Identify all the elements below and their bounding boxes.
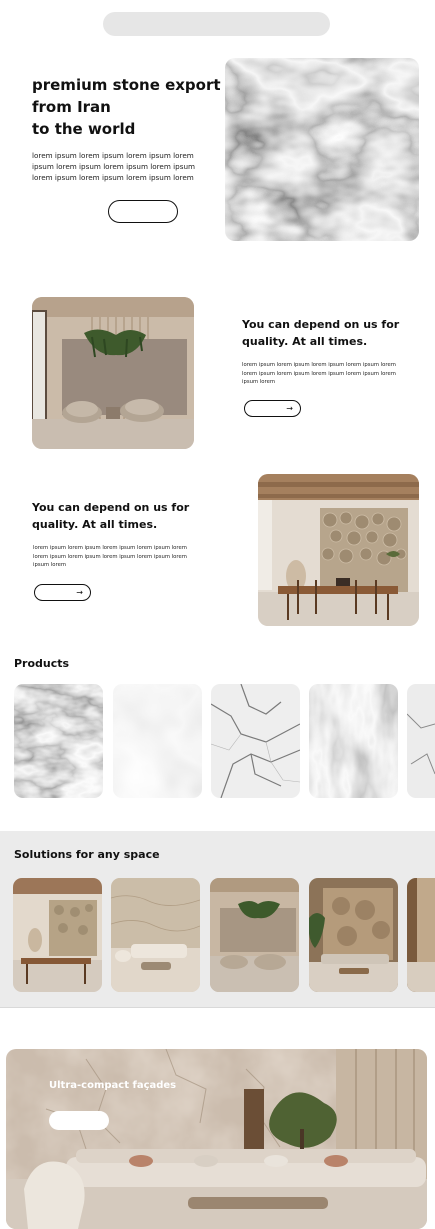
products-title: Products bbox=[14, 657, 70, 670]
banner-cta-button[interactable] bbox=[49, 1111, 109, 1130]
product-card[interactable] bbox=[211, 684, 300, 798]
product-card[interactable] bbox=[407, 684, 435, 798]
feature-title-line: quality. At all times. bbox=[242, 335, 368, 348]
feature-title-line: You can depend on us for bbox=[242, 318, 400, 331]
hero-title: premium stone export from Iran to the wo… bbox=[32, 74, 222, 140]
feature-title: You can depend on us for quality. At all… bbox=[32, 499, 189, 533]
solution-card[interactable] bbox=[210, 878, 299, 992]
feature-stone-lounge-image bbox=[32, 297, 194, 449]
feature-title-line: quality. At all times. bbox=[32, 518, 158, 531]
feature-description: lorem ipsum lorem ipsum lorem ipsum lore… bbox=[242, 362, 396, 385]
search-bar[interactable] bbox=[103, 12, 330, 36]
hero-title-line: from Iran bbox=[32, 98, 111, 116]
products-carousel[interactable] bbox=[0, 684, 435, 798]
solution-card[interactable] bbox=[13, 878, 102, 992]
solution-card[interactable] bbox=[309, 878, 398, 992]
hero-cta-button[interactable] bbox=[108, 200, 178, 223]
product-card[interactable] bbox=[113, 684, 202, 798]
banner-title: Ultra-compact façades bbox=[49, 1080, 177, 1091]
solutions-carousel[interactable] bbox=[0, 878, 435, 992]
hero-title-line: to the world bbox=[32, 120, 136, 138]
hero-title-line: premium stone export bbox=[32, 76, 221, 94]
feature-arrow-button[interactable]: → bbox=[34, 584, 91, 601]
feature-title: You can depend on us for quality. At all… bbox=[242, 316, 399, 350]
feature-title-line: You can depend on us for bbox=[32, 501, 190, 514]
feature-arrow-button[interactable]: → bbox=[244, 400, 301, 417]
product-card[interactable] bbox=[309, 684, 398, 798]
product-card[interactable] bbox=[14, 684, 103, 798]
arrow-right-icon: → bbox=[286, 404, 293, 413]
facades-banner-image bbox=[6, 1049, 427, 1229]
arrow-right-icon: → bbox=[76, 588, 83, 597]
solution-card[interactable] bbox=[111, 878, 200, 992]
solution-card[interactable] bbox=[407, 878, 435, 992]
solutions-title: Solutions for any space bbox=[14, 848, 160, 861]
hero-description: lorem ipsum lorem ipsum lorem ipsum lore… bbox=[32, 151, 195, 182]
hero-marble-image bbox=[225, 58, 419, 241]
feature-dining-room-image bbox=[258, 474, 419, 626]
feature-description: lorem ipsum lorem ipsum lorem ipsum lore… bbox=[33, 545, 187, 568]
